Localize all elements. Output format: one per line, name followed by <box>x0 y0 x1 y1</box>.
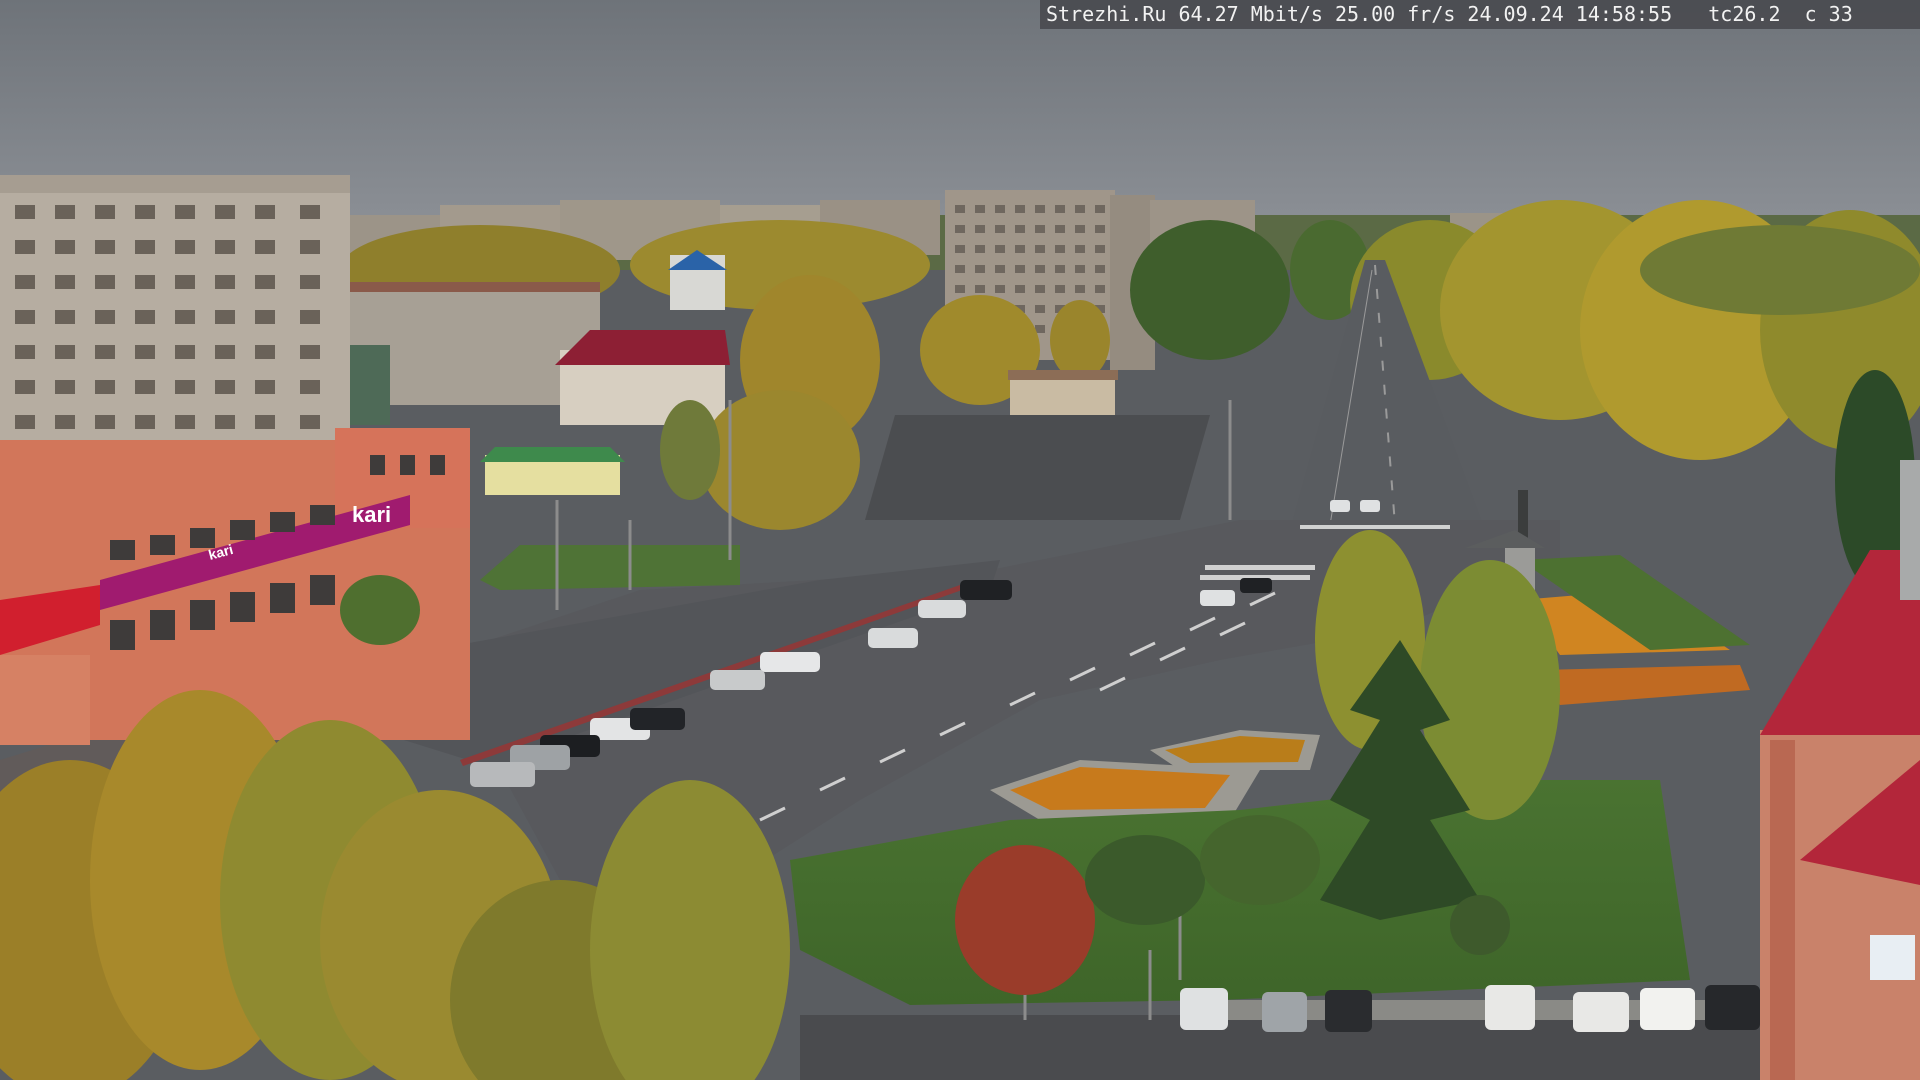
camera-overlay-text: Strezhi.Ru 64.27 Mbit/s 25.00 fr/s 24.09… <box>1040 0 1920 29</box>
webcam-scene: kari kari <box>0 0 1920 1080</box>
car <box>1573 992 1629 1032</box>
car <box>710 670 765 690</box>
car <box>1640 988 1695 1030</box>
car <box>1262 992 1307 1032</box>
car <box>1180 988 1228 1030</box>
car <box>760 652 820 672</box>
kari-logo-text: kari <box>352 502 391 527</box>
car <box>1705 985 1760 1030</box>
paved-square <box>865 415 1210 520</box>
car <box>1325 990 1372 1032</box>
car <box>1240 578 1272 593</box>
car <box>1360 500 1380 512</box>
car <box>918 600 966 618</box>
car <box>630 708 685 730</box>
car <box>470 762 535 787</box>
car <box>1330 500 1350 512</box>
car <box>960 580 1012 600</box>
car <box>1200 590 1235 606</box>
car <box>1485 985 1535 1030</box>
car <box>868 628 918 648</box>
lawn-square <box>480 545 740 590</box>
kiosk-green-roof <box>480 447 625 495</box>
